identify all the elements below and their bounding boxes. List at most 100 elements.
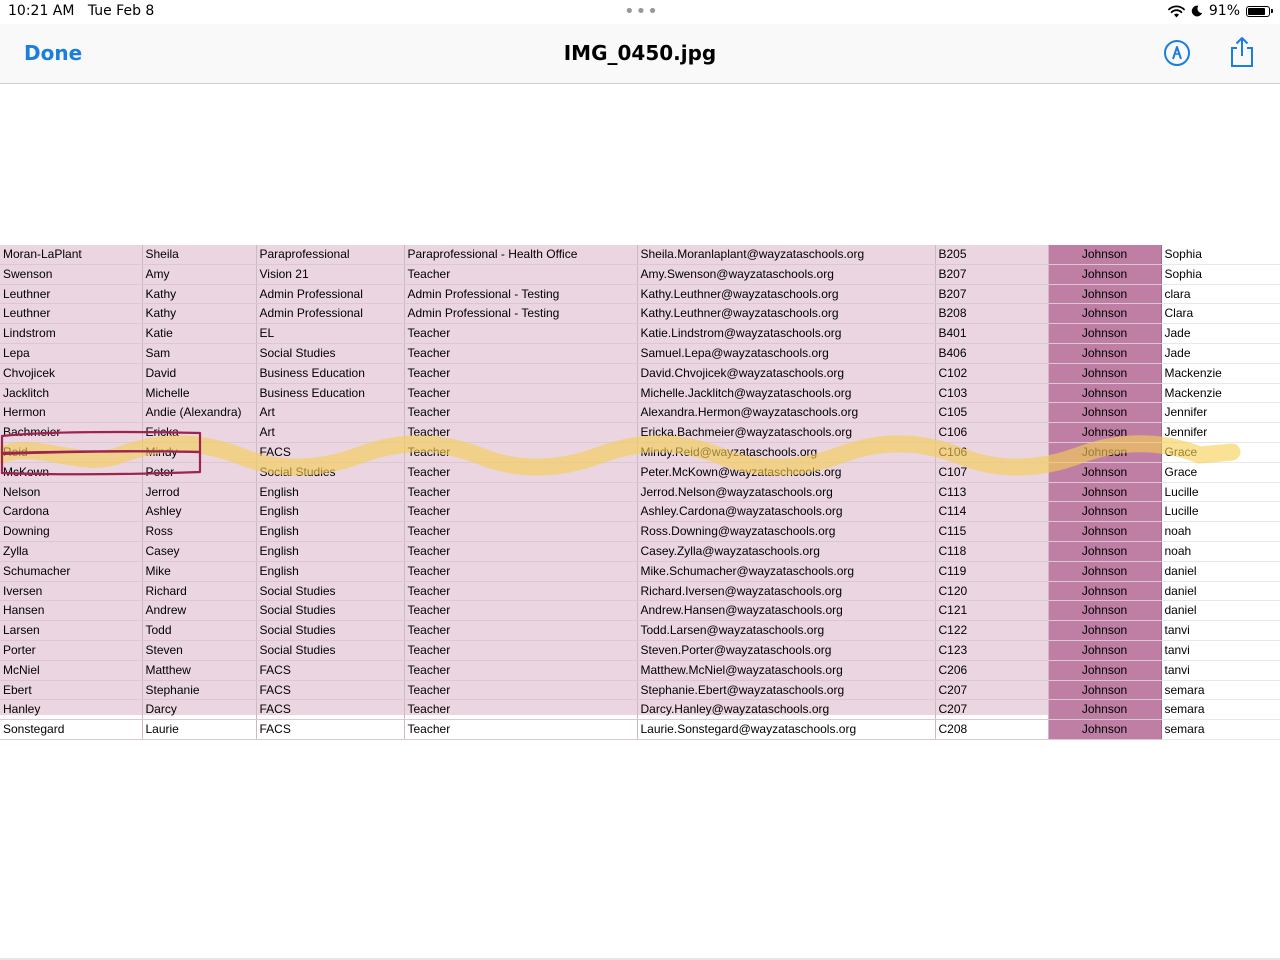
cell-room: C106 [935, 422, 1049, 443]
cell-room: C118 [935, 541, 1049, 562]
cell-last-name: Schumacher [0, 561, 143, 582]
cell-house: Johnson [1048, 521, 1162, 542]
cell-position: Teacher [404, 442, 638, 463]
cell-position: Teacher [404, 323, 638, 344]
cell-last-name: Hermon [0, 402, 143, 424]
cell-department: Social Studies [256, 581, 405, 602]
cell-email: Richard.Iversen@wayzataschools.org [637, 581, 936, 602]
cell-first-name: Michelle [142, 383, 257, 404]
table-row: Moran-LaPlant Sheila Paraprofessional Parap… [0, 245, 1280, 265]
cell-department: FACS [256, 442, 405, 463]
cell-last-name: Bachmeier [0, 422, 143, 443]
cell-last-name: McKown [0, 462, 143, 483]
cell-advisor: noah [1161, 521, 1280, 542]
markup-pen-icon[interactable] [1163, 39, 1191, 67]
cell-position: Teacher [404, 600, 638, 622]
cell-last-name: Hansen [0, 600, 143, 622]
cell-room: C106 [935, 442, 1049, 463]
cell-first-name: Mindy [142, 442, 257, 463]
cell-position: Teacher [404, 620, 638, 641]
share-icon[interactable] [1228, 36, 1256, 68]
cell-last-name: Nelson [0, 482, 143, 503]
table-row: Sonstegard Laurie FACS Teacher Laurie.Sonste… [0, 719, 1280, 740]
cell-advisor: daniel [1161, 600, 1280, 622]
table-row: Hermon Andie (Alexandra) Art Teacher Alexand… [0, 402, 1280, 424]
cell-first-name: Andrew [142, 600, 257, 622]
cell-email: Steven.Porter@wayzataschools.org [637, 640, 936, 661]
status-bar: 10:21 AM Tue Feb 8 ••• 91% [0, 0, 1280, 24]
status-right-group: 91% [1167, 3, 1273, 19]
cell-house: Johnson [1048, 402, 1162, 424]
cell-email: Kathy.Leuthner@wayzataschools.org [637, 303, 936, 325]
cell-room: B406 [935, 343, 1049, 364]
table-row: Chvojicek David Business Education Teacher D… [0, 363, 1280, 384]
status-time: 10:21 AM Tue Feb 8 [8, 3, 154, 19]
cell-position: Teacher [404, 383, 638, 404]
cell-advisor: noah [1161, 541, 1280, 562]
cell-email: Ericka.Bachmeier@wayzataschools.org [637, 422, 936, 443]
cell-house: Johnson [1048, 620, 1162, 641]
cell-position: Teacher [404, 343, 638, 364]
cell-department: Art [256, 422, 405, 443]
cell-advisor: semara [1161, 699, 1280, 721]
cell-room: C114 [935, 501, 1049, 523]
cell-house: Johnson [1048, 383, 1162, 404]
table-row: Swenson Amy Vision 21 Teacher Amy.Swenson@wa… [0, 264, 1280, 285]
cell-position: Teacher [404, 402, 638, 424]
cell-position: Teacher [404, 719, 638, 740]
cell-email: Laurie.Sonstegard@wayzataschools.org [637, 719, 936, 740]
table-row: Leuthner Kathy Admin Professional Admin Pro… [0, 284, 1280, 305]
cell-position: Teacher [404, 482, 638, 503]
cell-house: Johnson [1048, 422, 1162, 443]
wifi-icon [1167, 5, 1185, 17]
cell-position: Teacher [404, 561, 638, 582]
cell-email: Andrew.Hansen@wayzataschools.org [637, 600, 936, 622]
cell-room: B205 [935, 245, 1049, 265]
cell-email: Todd.Larsen@wayzataschools.org [637, 620, 936, 641]
cell-first-name: Steven [142, 640, 257, 661]
cell-room: C105 [935, 402, 1049, 424]
cell-house: Johnson [1048, 264, 1162, 285]
cell-advisor: clara [1161, 284, 1280, 305]
cell-first-name: Katie [142, 323, 257, 344]
cell-first-name: Andie (Alexandra) [142, 402, 257, 424]
cell-room: C103 [935, 383, 1049, 404]
cell-first-name: Stephanie [142, 680, 257, 701]
cell-last-name: Jacklitch [0, 383, 143, 404]
cell-department: Social Studies [256, 462, 405, 483]
table-row: Downing Ross English Teacher Ross.Downing@wa… [0, 521, 1280, 542]
multitasking-dots-icon[interactable]: ••• [624, 1, 659, 22]
cell-advisor: Jade [1161, 323, 1280, 344]
cell-email: Mindy.Reid@wayzataschools.org [637, 442, 936, 463]
cell-advisor: Grace [1161, 442, 1280, 463]
table-row: Nelson Jerrod English Teacher Jerrod.Nelson@… [0, 482, 1280, 503]
cell-house: Johnson [1048, 719, 1162, 740]
table-row: Lindstrom Katie EL Teacher Katie.Lindstrom@w… [0, 323, 1280, 344]
cell-email: Amy.Swenson@wayzataschools.org [637, 264, 936, 285]
cell-email: Kathy.Leuthner@wayzataschools.org [637, 284, 936, 305]
cell-position: Paraprofessional - Health Office [404, 245, 638, 265]
cell-email: David.Chvojicek@wayzataschools.org [637, 363, 936, 384]
cell-room: C115 [935, 521, 1049, 542]
cell-house: Johnson [1048, 541, 1162, 562]
cell-house: Johnson [1048, 303, 1162, 325]
cell-advisor: Jennifer [1161, 422, 1280, 443]
staff-table: Moran-LaPlant Sheila Paraprofessional Parap… [0, 245, 1280, 740]
cell-first-name: Jerrod [142, 482, 257, 503]
staff-table-body: Moran-LaPlant Sheila Paraprofessional Parap… [0, 245, 1280, 740]
cell-position: Teacher [404, 264, 638, 285]
cell-email: Mike.Schumacher@wayzataschools.org [637, 561, 936, 582]
status-clock: 10:21 AM [8, 3, 75, 19]
cell-advisor: tanvi [1161, 640, 1280, 661]
table-row: McKown Peter Social Studies Teacher Peter.Mc… [0, 462, 1280, 483]
cell-house: Johnson [1048, 343, 1162, 364]
cell-department: Social Studies [256, 600, 405, 622]
cell-email: Samuel.Lepa@wayzataschools.org [637, 343, 936, 364]
cell-email: Jerrod.Nelson@wayzataschools.org [637, 482, 936, 503]
cell-room: C207 [935, 699, 1049, 721]
cell-email: Ross.Downing@wayzataschools.org [637, 521, 936, 542]
cell-advisor: Lucille [1161, 482, 1280, 503]
cell-advisor: semara [1161, 680, 1280, 701]
cell-advisor: Grace [1161, 462, 1280, 483]
cell-position: Teacher [404, 640, 638, 661]
